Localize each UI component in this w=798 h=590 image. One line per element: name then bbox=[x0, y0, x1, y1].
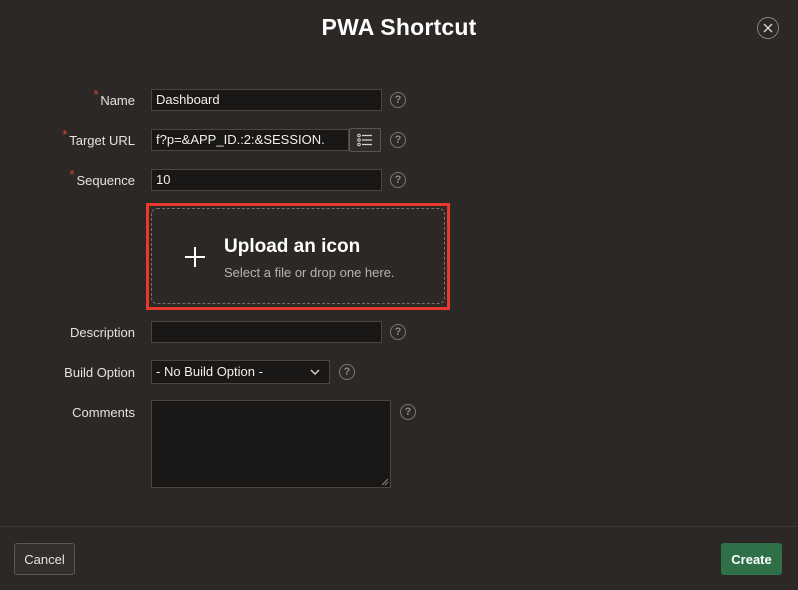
close-button[interactable] bbox=[757, 17, 779, 39]
description-input[interactable] bbox=[151, 321, 382, 343]
cancel-button[interactable]: Cancel bbox=[14, 543, 75, 575]
dialog-footer: Cancel Create bbox=[0, 526, 798, 590]
chevron-down-icon bbox=[310, 369, 320, 375]
build-option-help-icon[interactable]: ? bbox=[339, 364, 355, 380]
required-marker: * bbox=[69, 167, 75, 182]
target-url-lov-button[interactable] bbox=[349, 128, 381, 152]
sequence-label: * Sequence bbox=[69, 167, 135, 188]
list-icon bbox=[357, 133, 372, 147]
target-url-input[interactable]: f?p=&APP_ID.:2:&SESSION. bbox=[151, 129, 349, 151]
plus-icon bbox=[185, 247, 205, 267]
name-label-text: Name bbox=[100, 93, 135, 108]
required-marker: * bbox=[93, 87, 99, 102]
target-url-help-icon[interactable]: ? bbox=[390, 132, 406, 148]
upload-icon-dropzone[interactable]: Upload an icon Select a file or drop one… bbox=[151, 208, 445, 304]
build-option-value: - No Build Option - bbox=[156, 364, 263, 379]
required-marker: * bbox=[62, 127, 68, 142]
name-input[interactable]: Dashboard bbox=[151, 89, 382, 111]
build-option-label: Build Option bbox=[64, 365, 135, 380]
sequence-label-text: Sequence bbox=[76, 173, 135, 188]
name-label: * Name bbox=[93, 87, 135, 108]
description-label: Description bbox=[69, 325, 135, 340]
target-url-label-text: Target URL bbox=[69, 133, 135, 148]
comments-label: Comments bbox=[72, 405, 135, 420]
upload-subtitle: Select a file or drop one here. bbox=[224, 265, 395, 280]
comments-help-icon[interactable]: ? bbox=[400, 404, 416, 420]
sequence-input[interactable]: 10 bbox=[151, 169, 382, 191]
dialog-title: PWA Shortcut bbox=[321, 14, 477, 40]
comments-textarea[interactable] bbox=[151, 400, 391, 488]
build-option-select[interactable]: - No Build Option - bbox=[151, 360, 330, 384]
create-button[interactable]: Create bbox=[721, 543, 782, 575]
upload-title: Upload an icon bbox=[224, 236, 361, 257]
close-icon bbox=[763, 23, 773, 33]
description-help-icon[interactable]: ? bbox=[390, 324, 406, 340]
sequence-help-icon[interactable]: ? bbox=[390, 172, 406, 188]
target-url-label: * Target URL bbox=[62, 127, 135, 148]
resize-grip-icon[interactable] bbox=[381, 478, 389, 486]
name-help-icon[interactable]: ? bbox=[390, 92, 406, 108]
